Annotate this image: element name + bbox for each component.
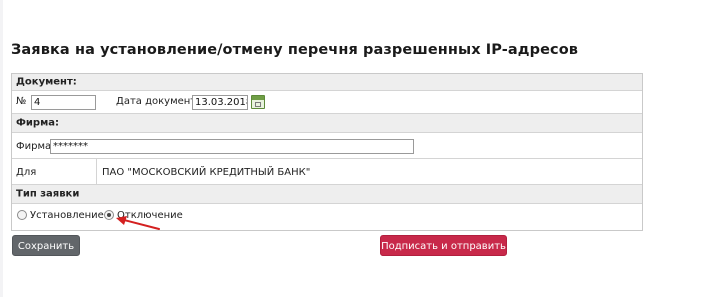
date-label: Дата документа <box>116 96 203 107</box>
firm-input[interactable]: ******* <box>50 139 414 154</box>
radio-disable-label[interactable]: Отключение <box>117 210 183 221</box>
firm-label: Фирма <box>16 141 52 152</box>
request-type-row: Установление Отключение <box>12 204 642 230</box>
section-document-label: Документ: <box>16 76 77 88</box>
section-request-type-label: Тип заявки <box>16 188 80 200</box>
request-form: Документ: № 4 Дата документа 13.03.2018 … <box>11 73 643 231</box>
document-row: № 4 Дата документа 13.03.2018 <box>12 91 642 114</box>
number-input[interactable]: 4 <box>31 95 96 110</box>
save-button[interactable]: Сохранить <box>12 235 80 256</box>
radio-disable[interactable] <box>104 210 114 220</box>
calendar-icon[interactable] <box>251 95 265 109</box>
section-firm-header: Фирма: <box>12 114 642 133</box>
for-row: Для ПАО "МОСКОВСКИЙ КРЕДИТНЫЙ БАНК" <box>12 159 642 185</box>
number-label: № <box>16 96 27 107</box>
page-title: Заявка на установление/отмену перечня ра… <box>11 42 579 58</box>
section-request-type-header: Тип заявки <box>12 185 642 204</box>
column-divider <box>96 159 97 184</box>
section-firm-label: Фирма: <box>16 117 60 129</box>
radio-establish-label[interactable]: Установление <box>30 210 104 221</box>
firm-row: Фирма ******* <box>12 133 642 159</box>
sign-and-send-button[interactable]: Подписать и отправить <box>380 235 507 256</box>
date-input[interactable]: 13.03.2018 <box>192 95 248 110</box>
for-label: Для <box>16 167 37 178</box>
section-document-header: Документ: <box>12 74 642 91</box>
for-value: ПАО "МОСКОВСКИЙ КРЕДИТНЫЙ БАНК" <box>102 167 311 178</box>
radio-establish[interactable] <box>17 210 27 220</box>
